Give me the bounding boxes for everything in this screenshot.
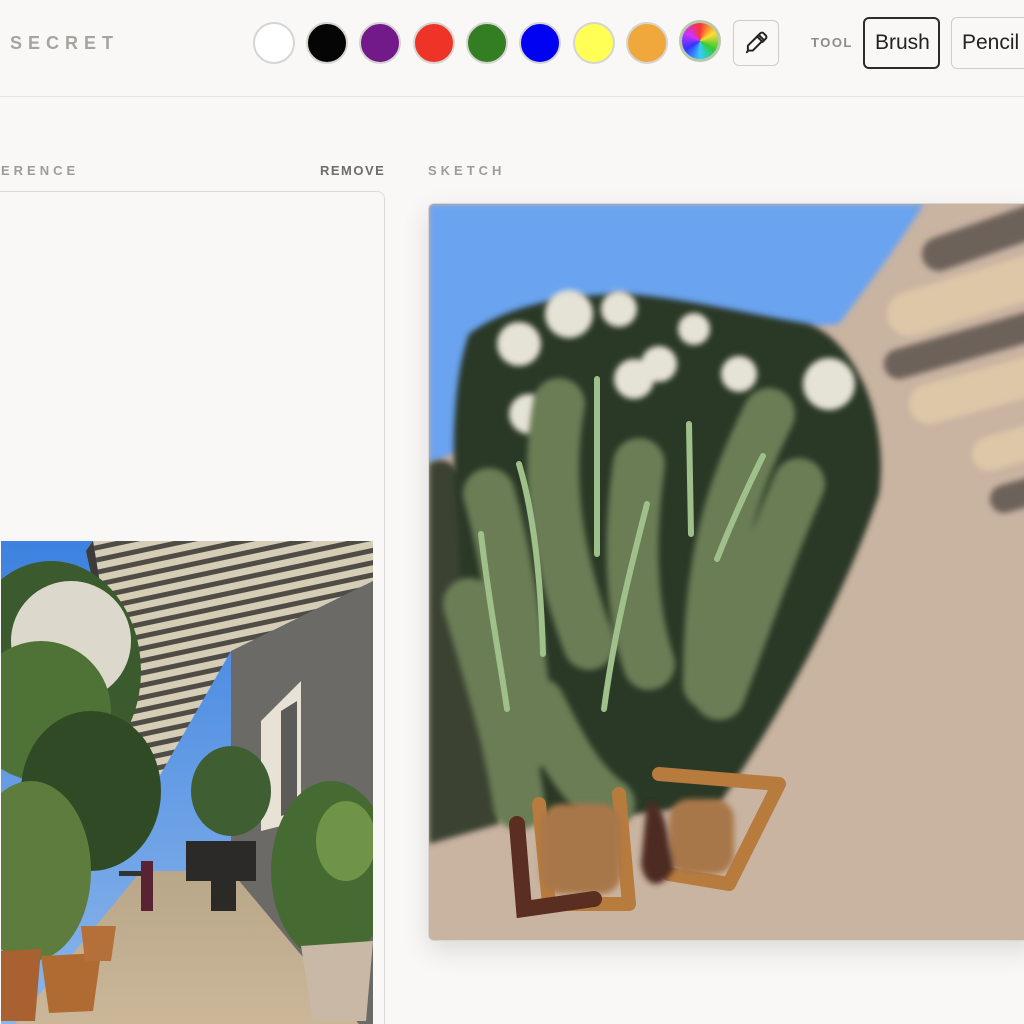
color-swatch-white[interactable]	[253, 22, 295, 64]
eyedropper-icon	[745, 31, 768, 54]
sketch-label: SKETCH	[428, 163, 506, 178]
reference-label: REFERENCE	[0, 163, 80, 178]
color-swatch-yellow[interactable]	[573, 22, 615, 64]
color-swatch-blue[interactable]	[519, 22, 561, 64]
tool-label: TOOL	[811, 35, 853, 50]
color-swatch-orange[interactable]	[626, 22, 668, 64]
color-swatch-red[interactable]	[413, 22, 455, 64]
color-wheel-icon[interactable]	[679, 20, 721, 62]
sketch-canvas[interactable]	[428, 203, 1024, 941]
sketch-drawing	[429, 204, 1024, 940]
top-toolbar: SECRET TOOL Brush Pencil	[0, 0, 1024, 97]
reference-image	[1, 541, 373, 1024]
color-swatch-black[interactable]	[306, 22, 348, 64]
color-swatch-green[interactable]	[466, 22, 508, 64]
eyedropper-button[interactable]	[733, 20, 779, 66]
color-swatch-purple[interactable]	[359, 22, 401, 64]
tool-pencil-button[interactable]: Pencil	[951, 17, 1024, 69]
remove-reference-button[interactable]: REMOVE	[320, 163, 385, 178]
app-brand: SECRET	[10, 33, 120, 53]
tool-brush-button[interactable]: Brush	[863, 17, 940, 69]
reference-panel	[0, 191, 385, 1024]
